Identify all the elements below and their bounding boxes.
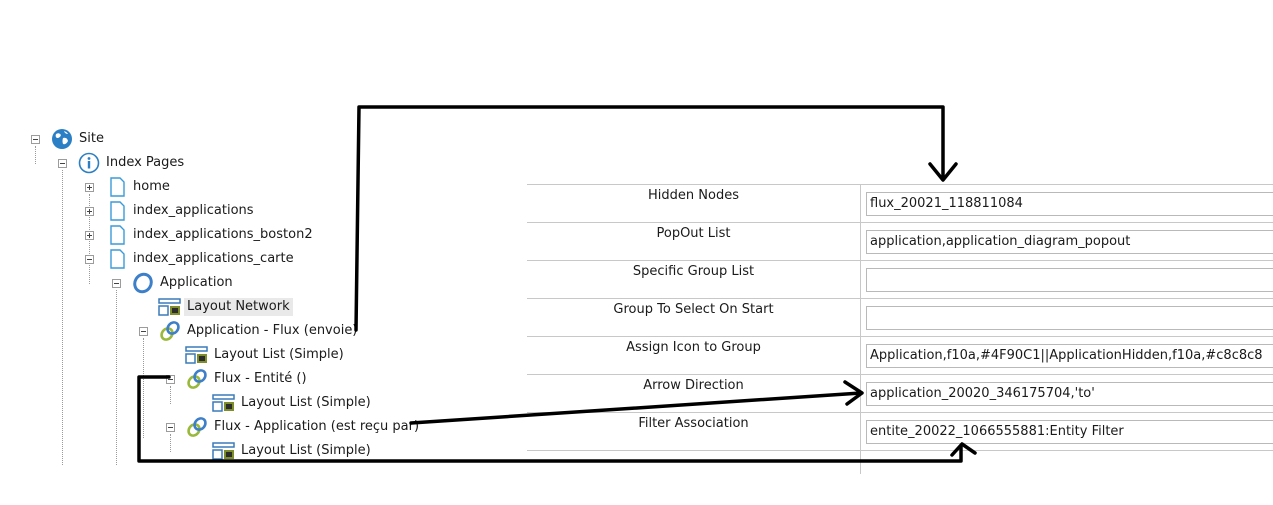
row-separator bbox=[527, 222, 1273, 223]
collapse-toggle[interactable] bbox=[31, 135, 40, 144]
property-label-group-to-select-on-start: Group To Select On Start bbox=[613, 302, 774, 317]
globe-icon bbox=[51, 128, 73, 150]
link-icon bbox=[186, 416, 208, 438]
layout-icon bbox=[212, 392, 235, 414]
tree-node-index-applications[interactable]: index_applications bbox=[0, 200, 280, 222]
assign-icon-to-group-field[interactable]: Application,f10a,#4F90C1||ApplicationHid… bbox=[866, 344, 1273, 368]
filter-association-field[interactable]: entite_20022_1066555881:Entity Filter bbox=[866, 420, 1273, 444]
row-separator bbox=[527, 260, 1273, 261]
tree-node-label: index_applications_boston2 bbox=[133, 227, 313, 242]
specific-group-list-field[interactable] bbox=[866, 268, 1273, 292]
tree-node-flux-application[interactable]: Flux - Application (est reçu par) bbox=[0, 416, 420, 438]
tree-node-index-pages[interactable]: Index Pages bbox=[0, 152, 240, 174]
property-label-hidden-nodes: Hidden Nodes bbox=[648, 188, 739, 203]
tree-node-label: index_applications_carte bbox=[133, 251, 294, 266]
link-icon bbox=[159, 320, 181, 342]
tree-node-flux-entite[interactable]: Flux - Entité () bbox=[0, 368, 360, 390]
page-icon bbox=[107, 176, 129, 198]
collapse-toggle[interactable] bbox=[166, 423, 175, 432]
tree-node-layout-list[interactable]: Layout List (Simple) bbox=[0, 344, 360, 366]
navigation-tree: Site Index Pages home index_applications… bbox=[0, 0, 520, 505]
tree-node-index-applications-boston2[interactable]: index_applications_boston2 bbox=[0, 224, 320, 246]
tree-node-home[interactable]: home bbox=[0, 176, 240, 198]
expand-toggle[interactable] bbox=[85, 183, 94, 192]
row-separator bbox=[527, 336, 1273, 337]
tree-node-application[interactable]: Application bbox=[0, 272, 260, 294]
collapse-toggle[interactable] bbox=[139, 327, 148, 336]
row-separator bbox=[527, 450, 1273, 451]
popout-list-field[interactable]: application,application_diagram_popout bbox=[866, 230, 1273, 254]
page-icon bbox=[107, 224, 129, 246]
layout-icon bbox=[212, 440, 235, 462]
tree-node-label: Layout List (Simple) bbox=[241, 395, 371, 410]
property-label-arrow-direction: Arrow Direction bbox=[643, 378, 744, 393]
arrow-direction-field[interactable]: application_20020_346175704,'to' bbox=[866, 382, 1273, 406]
page-icon bbox=[107, 248, 129, 270]
tree-node-index-applications-carte[interactable]: index_applications_carte bbox=[0, 248, 320, 270]
tree-node-label: Flux - Entité () bbox=[214, 371, 307, 386]
tree-node-label: Layout List (Simple) bbox=[241, 443, 371, 458]
annotation-arrowhead bbox=[928, 162, 958, 182]
collapse-toggle[interactable] bbox=[85, 255, 94, 264]
row-separator bbox=[527, 184, 1273, 185]
tree-node-layout-list[interactable]: Layout List (Simple) bbox=[0, 392, 380, 414]
property-label-filter-association: Filter Association bbox=[638, 416, 749, 431]
page-icon bbox=[107, 200, 129, 222]
property-label-popout-list: PopOut List bbox=[656, 226, 731, 241]
layout-icon bbox=[185, 344, 208, 366]
property-label-specific-group-list: Specific Group List bbox=[632, 264, 755, 279]
link-icon bbox=[186, 368, 208, 390]
info-icon bbox=[78, 152, 100, 174]
tree-node-layout-network[interactable]: Layout Network bbox=[0, 296, 300, 318]
collapse-toggle[interactable] bbox=[166, 375, 175, 384]
tree-node-label: Application bbox=[160, 275, 233, 290]
tree-node-layout-list[interactable]: Layout List (Simple) bbox=[0, 440, 380, 462]
expand-toggle[interactable] bbox=[85, 231, 94, 240]
row-separator bbox=[527, 298, 1273, 299]
tree-node-label: index_applications bbox=[133, 203, 254, 218]
tree-node-application-flux-envoie[interactable]: Application - Flux (envoie) bbox=[0, 320, 360, 342]
collapse-toggle[interactable] bbox=[58, 159, 67, 168]
column-separator bbox=[860, 184, 861, 474]
hidden-nodes-field[interactable]: flux_20021_118811084 bbox=[866, 192, 1273, 216]
expand-toggle[interactable] bbox=[85, 207, 94, 216]
tree-node-label: home bbox=[133, 179, 170, 194]
tree-node-label: Layout Network bbox=[184, 298, 293, 316]
tree-node-label: Layout List (Simple) bbox=[214, 347, 344, 362]
layout-icon bbox=[158, 296, 181, 318]
tree-node-label: Application - Flux (envoie) bbox=[187, 323, 358, 338]
tree-node-site[interactable]: Site bbox=[0, 128, 200, 150]
row-separator bbox=[527, 374, 1273, 375]
tree-node-label: Flux - Application (est reçu par) bbox=[214, 419, 420, 434]
tree-node-label: Index Pages bbox=[106, 155, 185, 170]
ring-icon bbox=[132, 272, 154, 294]
property-label-assign-icon-to-group: Assign Icon to Group bbox=[626, 340, 761, 355]
group-to-select-on-start-field[interactable] bbox=[866, 306, 1273, 330]
tree-node-label: Site bbox=[79, 131, 104, 146]
row-separator bbox=[527, 412, 1273, 413]
collapse-toggle[interactable] bbox=[112, 279, 121, 288]
